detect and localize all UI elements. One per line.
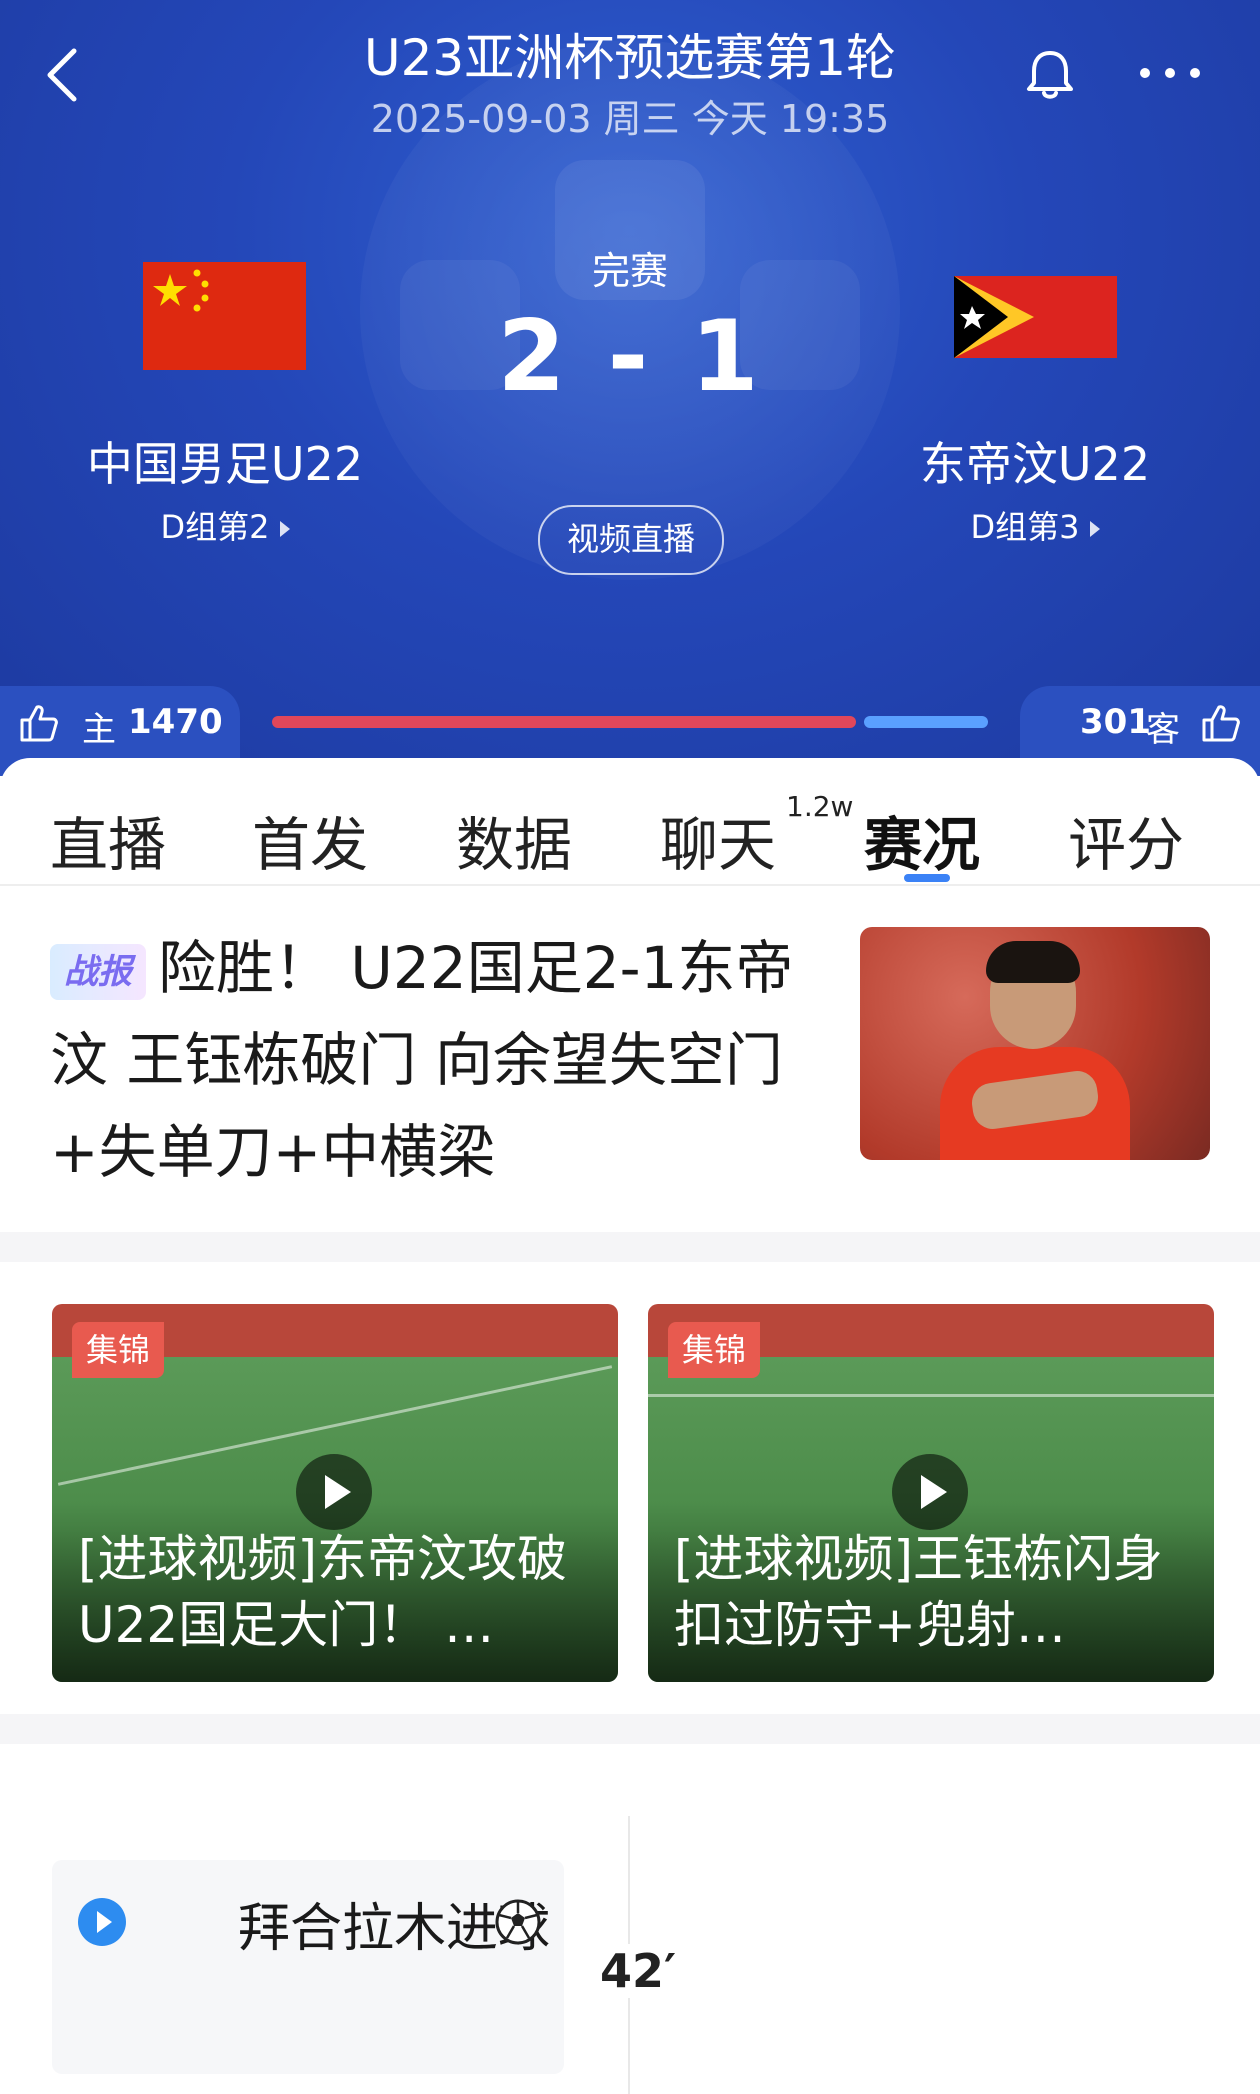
thumbs-up-icon[interactable] [1200,702,1242,744]
play-circle-icon[interactable] [78,1898,126,1946]
away-vote-label: 客 [1146,710,1180,750]
timeline-event-card[interactable] [52,1860,564,2074]
more-options-icon[interactable] [1135,58,1205,88]
home-vote-label: 主 [82,710,116,750]
away-vote-count: 301 [1080,702,1151,742]
away-vote-bar [864,716,988,728]
bell-icon[interactable] [1020,45,1080,105]
away-team-name[interactable]: 东帝汶U22 [870,428,1200,494]
caret-right-icon [279,521,290,537]
tab-stats[interactable]: 数据 [456,798,572,882]
home-group-label: D组第2 [160,508,270,546]
video-card[interactable]: 集锦 [进球视频]东帝汶攻破U22国足大门！ … [52,1304,618,1682]
chat-count-badge: 1.2w [786,790,854,823]
caret-right-icon [1089,521,1100,537]
video-title: [进球视频]东帝汶攻破U22国足大门！ … [78,1530,568,1654]
video-title: [进球视频]王钰栋闪身扣过防守+兜射… [674,1530,1164,1654]
news-thumbnail[interactable] [860,927,1210,1160]
tab-match-report[interactable]: 赛况 [864,798,980,882]
section-separator [0,1714,1260,1744]
tab-chat[interactable]: 聊天 [660,798,776,882]
news-headline: 险胜！ U22国足2-1东帝汶 王钰栋破门 向余望失空门+失单刀+中横梁 [50,934,794,1186]
thumbs-up-icon[interactable] [18,702,60,744]
home-vote-bar [272,716,856,728]
home-team-name[interactable]: 中国男足U22 [60,428,390,494]
active-tab-indicator [904,874,950,882]
event-minute: 42′ [600,1944,677,1998]
away-group-label: D组第3 [970,508,1080,546]
away-group-rank[interactable]: D组第3 [870,502,1200,548]
report-badge: 战报 [50,943,146,1000]
section-separator [0,1232,1260,1262]
play-icon[interactable] [296,1454,372,1530]
news-item[interactable]: 战报 险胜！ U22国足2-1东帝汶 王钰栋破门 向余望失空门+失单刀+中横梁 [50,922,820,1198]
video-live-button[interactable]: 视频直播 [538,505,724,575]
tab-bar: 直播 首发 数据 聊天 1.2w 赛况 评分 [0,790,1260,886]
soccer-ball-icon [495,1899,541,1945]
divider [0,884,1260,886]
highlight-tag: 集锦 [668,1322,760,1378]
video-card[interactable]: 集锦 [进球视频]王钰栋闪身扣过防守+兜射… [648,1304,1214,1682]
home-vote-count: 1470 [128,702,223,742]
match-score: 2 - 1 [497,300,763,414]
home-group-rank[interactable]: D组第2 [60,502,390,548]
tab-lineup[interactable]: 首发 [252,798,368,882]
match-status: 完赛 [591,249,668,293]
highlight-tag: 集锦 [72,1322,164,1378]
play-icon[interactable] [892,1454,968,1530]
tab-live[interactable]: 直播 [50,798,166,882]
tab-ratings[interactable]: 评分 [1068,798,1184,882]
